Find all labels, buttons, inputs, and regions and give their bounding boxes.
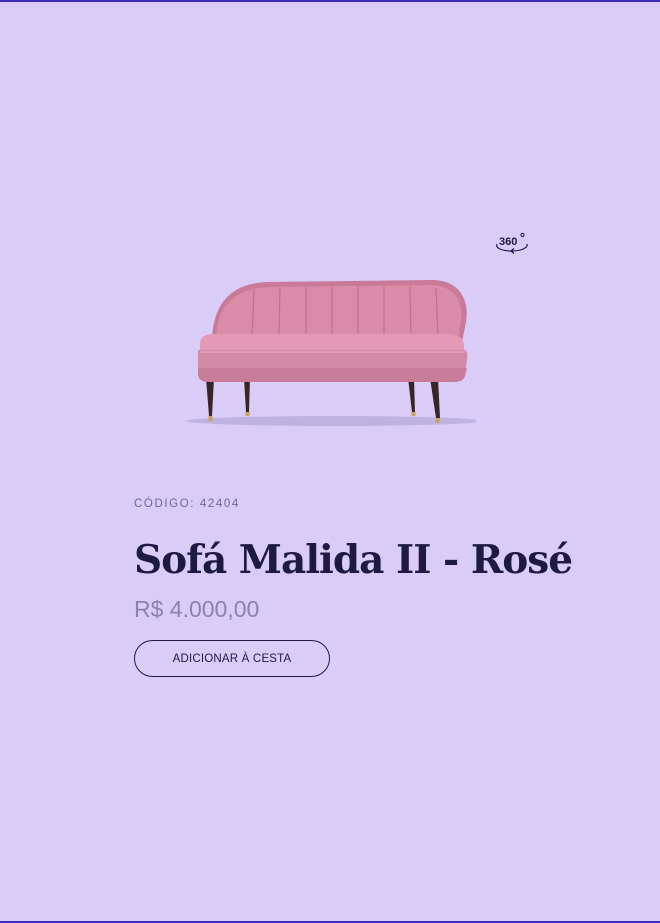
rotate-360-icon[interactable]: 360	[494, 231, 530, 255]
product-title: Sofá Malida II - Rosé	[134, 537, 573, 583]
product-code: CÓDIGO: 42404	[134, 498, 240, 510]
product-info: CÓDIGO: 42404 Sofá Malida II - Rosé R$ 4…	[134, 496, 594, 677]
add-to-cart-button[interactable]: ADICIONAR À CESTA	[134, 640, 330, 677]
svg-text:360: 360	[499, 236, 517, 248]
product-image	[184, 272, 482, 432]
product-price: R$ 4.000,00	[134, 596, 260, 622]
top-border	[0, 0, 660, 2]
